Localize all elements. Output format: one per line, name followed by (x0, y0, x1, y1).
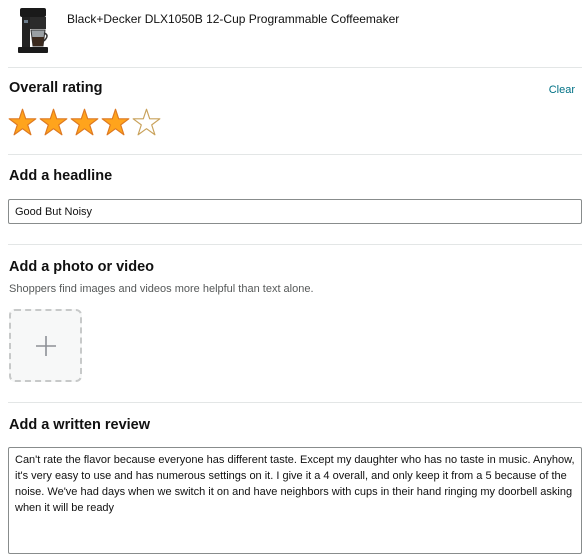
overall-rating-title: Overall rating (9, 80, 103, 96)
photo-video-title: Add a photo or video (9, 259, 154, 275)
divider (8, 154, 582, 155)
star-rating[interactable] (8, 108, 161, 136)
plus-icon (36, 336, 56, 356)
star-filled-icon[interactable] (70, 108, 99, 136)
coffeemaker-image (18, 8, 48, 53)
photo-video-subtext: Shoppers find images and videos more hel… (9, 283, 314, 295)
headline-input[interactable] (8, 199, 582, 224)
star-filled-icon[interactable] (39, 108, 68, 136)
written-review-title: Add a written review (9, 417, 151, 433)
star-empty-icon[interactable] (132, 108, 161, 136)
product-header: Black+Decker DLX1050B 12-Cup Programmabl… (0, 0, 587, 67)
divider (8, 67, 582, 68)
review-textarea[interactable]: Can't rate the flavor because everyone h… (8, 447, 582, 554)
divider (8, 244, 582, 245)
clear-rating-link[interactable]: Clear (549, 84, 575, 96)
star-filled-icon[interactable] (8, 108, 37, 136)
divider (8, 402, 582, 403)
star-filled-icon[interactable] (101, 108, 130, 136)
upload-media-button[interactable] (9, 309, 82, 382)
headline-title: Add a headline (9, 168, 113, 184)
product-title: Black+Decker DLX1050B 12-Cup Programmabl… (67, 12, 400, 26)
